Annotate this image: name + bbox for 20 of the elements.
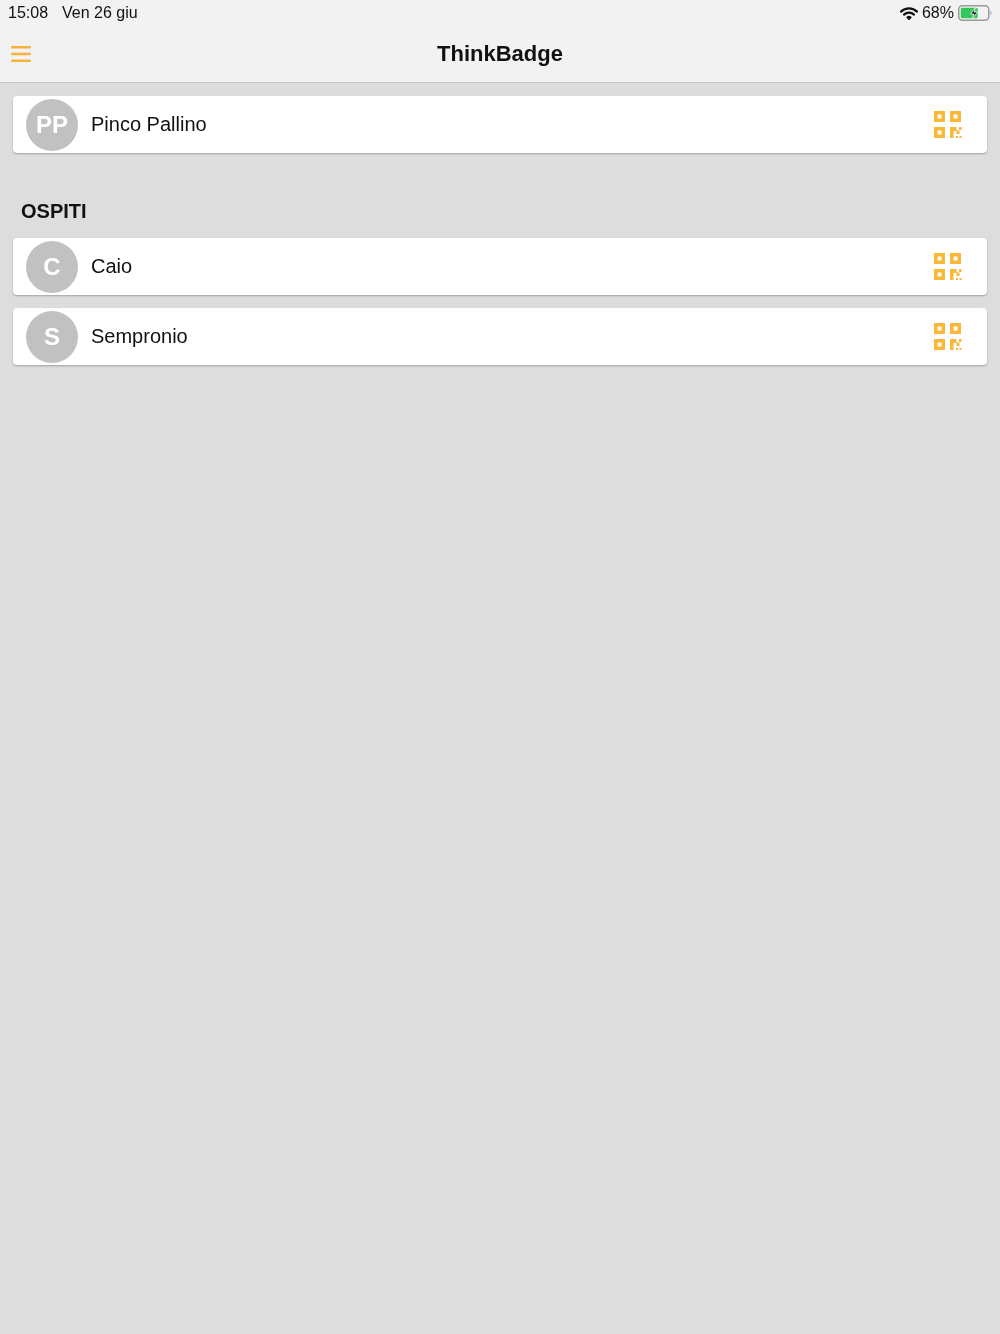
status-time: 15:08	[8, 4, 49, 22]
person-card[interactable]: PP Pinco Pallino	[13, 96, 987, 153]
status-date: Ven 26 giu	[62, 4, 138, 22]
person-name: Pinco Pallino	[91, 113, 208, 136]
avatar: C	[26, 240, 78, 293]
menu-icon[interactable]	[11, 46, 31, 62]
avatar: PP	[26, 98, 78, 151]
person-card[interactable]: S Sempronio	[13, 308, 987, 365]
person-name: Sempronio	[91, 325, 189, 348]
section-heading: OSPITI	[21, 199, 88, 224]
wifi-icon	[899, 6, 918, 20]
person-card[interactable]: C Caio	[13, 238, 987, 295]
avatar: S	[26, 310, 78, 363]
qr-code-icon[interactable]	[934, 322, 962, 351]
battery-icon	[958, 5, 993, 21]
qr-code-icon[interactable]	[934, 252, 962, 281]
battery-percent: 68%	[921, 4, 954, 22]
person-name: Caio	[91, 255, 134, 278]
qr-code-icon[interactable]	[934, 110, 962, 139]
app-title: ThinkBadge	[437, 41, 563, 67]
